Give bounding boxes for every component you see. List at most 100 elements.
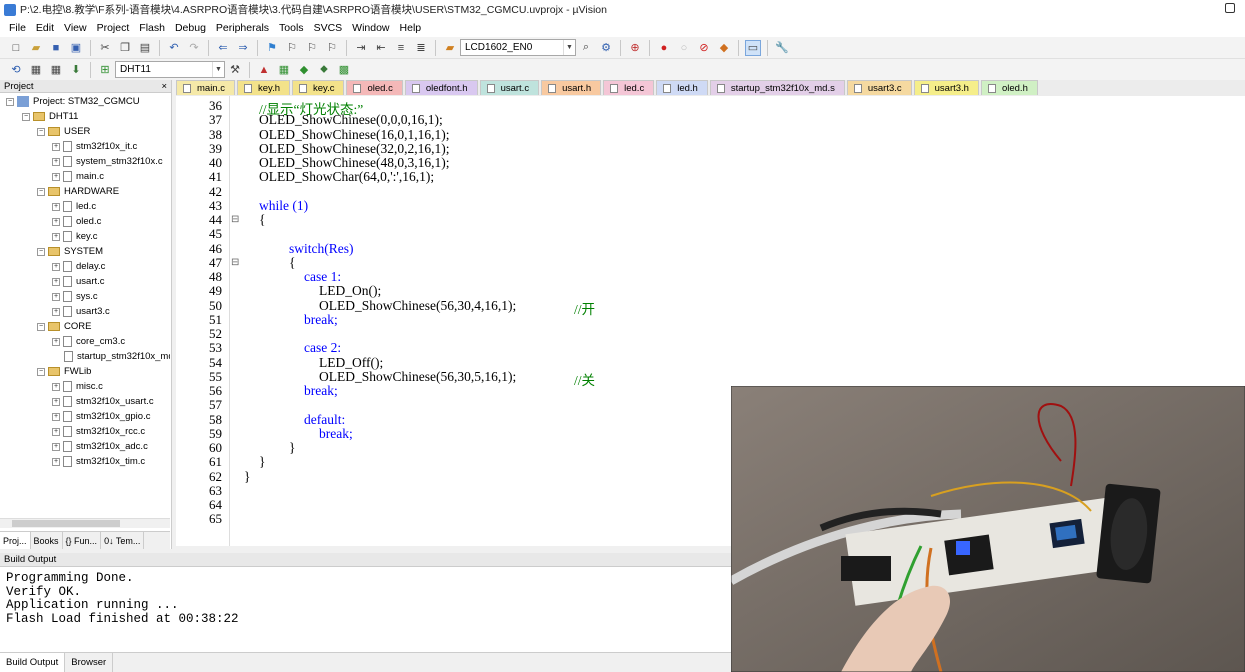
expand-icon[interactable]: − xyxy=(6,97,14,106)
code-line[interactable]: break; xyxy=(319,426,353,442)
expand-icon[interactable]: − xyxy=(37,187,45,196)
chevron-down-icon[interactable]: ▼ xyxy=(212,62,224,77)
select-software-icon[interactable]: ⬥ xyxy=(316,62,332,78)
bookmark-clear-icon[interactable]: ⚐ xyxy=(324,40,340,56)
tree-file[interactable]: + led.c xyxy=(52,199,96,214)
file-extensions-icon[interactable]: ▦ xyxy=(276,62,292,78)
close-icon[interactable]: × xyxy=(161,81,171,92)
incremental-find-icon[interactable]: ⚙ xyxy=(598,40,614,56)
paste-icon[interactable]: ▤ xyxy=(137,40,153,56)
expand-icon[interactable]: + xyxy=(52,457,60,466)
expand-icon[interactable]: + xyxy=(52,157,60,166)
menu-view[interactable]: View xyxy=(59,22,92,34)
restore-window-icon[interactable] xyxy=(1225,3,1235,13)
tree-file[interactable]: + oled.c xyxy=(52,214,101,229)
tab-usart-c[interactable]: usart.c xyxy=(479,80,540,95)
bottom-tab-1[interactable]: Browser xyxy=(65,653,114,672)
project-tab-3[interactable]: 0↓ Tem... xyxy=(101,532,145,549)
save-all-icon[interactable]: ▣ xyxy=(68,40,84,56)
expand-icon[interactable]: + xyxy=(52,337,60,346)
chevron-down-icon[interactable]: ▼ xyxy=(563,40,575,55)
project-tab-2[interactable]: {} Fun... xyxy=(63,532,102,549)
expand-icon[interactable]: + xyxy=(52,277,60,286)
menu-edit[interactable]: Edit xyxy=(31,22,59,34)
run-time-env-icon[interactable]: ▩ xyxy=(336,62,352,78)
nav-forward-icon[interactable]: ⇒ xyxy=(235,40,251,56)
tree-file[interactable]: + core_cm3.c xyxy=(52,334,125,349)
menu-flash[interactable]: Flash xyxy=(134,22,170,34)
expand-icon[interactable]: + xyxy=(52,262,60,271)
tree-file[interactable]: + misc.c xyxy=(52,379,103,394)
unindent-icon[interactable]: ⇤ xyxy=(373,40,389,56)
expand-icon[interactable]: + xyxy=(52,172,60,181)
tab-usart-h[interactable]: usart.h xyxy=(541,80,602,95)
tree-file[interactable]: + stm32f10x_adc.c xyxy=(52,439,148,454)
comment-icon[interactable]: ≡ xyxy=(393,40,409,56)
tree-file[interactable]: startup_stm32f10x_md xyxy=(64,349,170,364)
tree-group-hardware[interactable]: − HARDWARE xyxy=(37,184,119,199)
code-line[interactable]: } xyxy=(244,469,250,485)
manage-components-icon[interactable]: ▲ xyxy=(256,62,272,78)
tab-usart3-c[interactable]: usart3.c xyxy=(846,80,912,95)
tree-group-core[interactable]: − CORE xyxy=(37,319,91,334)
expand-icon[interactable]: + xyxy=(52,142,60,151)
expand-icon[interactable]: + xyxy=(52,217,60,226)
target-options-icon[interactable]: ⚒ xyxy=(227,62,243,78)
code-line[interactable]: OLED_ShowChinese(56,30,5,16,1); xyxy=(319,369,516,385)
breakpoint-all-icon[interactable]: ◆ xyxy=(716,40,732,56)
tree-file[interactable]: + stm32f10x_rcc.c xyxy=(52,424,145,439)
tree-file[interactable]: + sys.c xyxy=(52,289,98,304)
expand-icon[interactable]: − xyxy=(37,127,45,136)
code-line[interactable]: OLED_ShowChar(64,0,':',16,1); xyxy=(259,169,434,185)
tab-usart3-h[interactable]: usart3.h xyxy=(913,80,979,95)
expand-icon[interactable]: + xyxy=(52,427,60,436)
redo-icon[interactable]: ↷ xyxy=(186,40,202,56)
tree-file[interactable]: + key.c xyxy=(52,229,97,244)
menu-help[interactable]: Help xyxy=(395,22,427,34)
expand-icon[interactable]: + xyxy=(52,397,60,406)
menu-debug[interactable]: Debug xyxy=(170,22,211,34)
tab-oledfont-h[interactable]: oledfont.h xyxy=(404,80,478,95)
menu-window[interactable]: Window xyxy=(347,22,394,34)
tree-file[interactable]: + main.c xyxy=(52,169,104,184)
code-line[interactable]: OLED_ShowChinese(56,30,4,16,1); xyxy=(319,298,516,314)
project-tab-1[interactable]: Books xyxy=(31,532,63,549)
translate-icon[interactable]: ⟲ xyxy=(8,62,24,78)
tree-scrollbar[interactable] xyxy=(0,518,170,528)
fold-icon[interactable]: ⊟ xyxy=(231,257,239,268)
menu-file[interactable]: File xyxy=(4,22,31,34)
copy-icon[interactable]: ❐ xyxy=(117,40,133,56)
code-line[interactable]: break; xyxy=(304,312,338,328)
code-line[interactable]: } xyxy=(289,440,295,456)
menu-peripherals[interactable]: Peripherals xyxy=(211,22,274,34)
tree-file[interactable]: + system_stm32f10x.c xyxy=(52,154,163,169)
tree-file[interactable]: + stm32f10x_gpio.c xyxy=(52,409,150,424)
fold-icon[interactable]: ⊟ xyxy=(231,214,239,225)
tree-file[interactable]: + stm32f10x_it.c xyxy=(52,139,137,154)
download-icon[interactable]: ⬇ xyxy=(68,62,84,78)
expand-icon[interactable]: − xyxy=(22,112,30,121)
code-line[interactable]: while (1) xyxy=(259,198,308,214)
target-select[interactable]: DHT11 ▼ xyxy=(115,61,225,78)
expand-icon[interactable]: + xyxy=(52,292,60,301)
tree-file[interactable]: + delay.c xyxy=(52,259,105,274)
debug-zoom-icon[interactable]: ⊕ xyxy=(627,40,643,56)
load-icon[interactable]: ⊞ xyxy=(97,62,113,78)
build-icon[interactable]: ▦ xyxy=(28,62,44,78)
breakpoint-icon[interactable]: ● xyxy=(656,40,672,56)
expand-icon[interactable]: − xyxy=(37,247,45,256)
open-file-icon[interactable]: ▰ xyxy=(28,40,44,56)
bookmark-next-icon[interactable]: ⚐ xyxy=(304,40,320,56)
breakpoint-kill-icon[interactable]: ⊘ xyxy=(696,40,712,56)
tab-key-h[interactable]: key.h xyxy=(236,80,290,95)
code-line[interactable]: { xyxy=(259,212,265,228)
code-line[interactable]: } xyxy=(259,454,265,470)
expand-icon[interactable]: + xyxy=(52,382,60,391)
tree-group-fwlib[interactable]: − FWLib xyxy=(37,364,91,379)
expand-icon[interactable]: + xyxy=(52,307,60,316)
tab-led-h[interactable]: led.h xyxy=(656,80,708,95)
pack-installer-icon[interactable]: ◆ xyxy=(296,62,312,78)
tree-file[interactable]: + usart3.c xyxy=(52,304,110,319)
uncomment-icon[interactable]: ≣ xyxy=(413,40,429,56)
breakpoint-disable-icon[interactable]: ○ xyxy=(676,40,692,56)
